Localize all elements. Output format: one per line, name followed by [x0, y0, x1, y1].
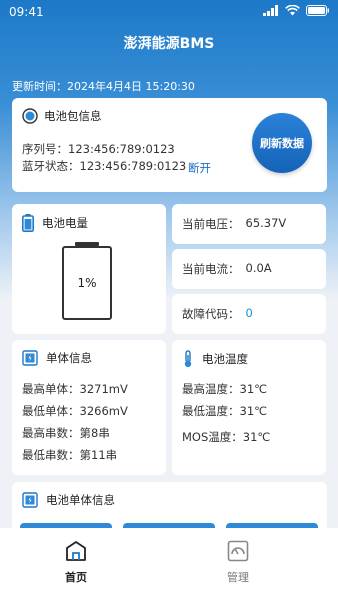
serial-label: 序列号：	[22, 142, 68, 156]
stat-value: 31℃	[239, 382, 268, 396]
cell-info-row: 最低单体：3266mV	[22, 403, 128, 419]
status-time: 09:41	[9, 5, 44, 19]
signal-icon	[263, 5, 278, 16]
battery-percent-text: 1%	[77, 276, 97, 290]
cell-info-card: 单体信息 最高单体：3271mV 最低单体：3266mV 最高串数：第8串 最低…	[12, 340, 166, 475]
current-label: 当前电流：	[182, 262, 240, 276]
fault-value: 0	[245, 306, 253, 320]
temperature-row: 最高温度：31℃	[182, 381, 267, 397]
current-row: 当前电流： 0.0A	[182, 261, 272, 277]
refresh-data-button[interactable]: 刷新数据	[252, 113, 312, 173]
capacity-header: 电池电量	[22, 214, 88, 232]
cell-list-icon	[22, 492, 38, 508]
battery-status-icon	[306, 5, 329, 16]
cell-info-icon	[22, 350, 38, 366]
stat-label: 最低温度：	[182, 404, 240, 418]
status-bar: 09:41	[0, 0, 338, 24]
status-icons	[263, 5, 330, 16]
stat-value: 3266mV	[79, 404, 128, 418]
cell-info-header: 单体信息	[22, 350, 92, 366]
stat-value: 3271mV	[79, 382, 128, 396]
update-time: 更新时间：2024年4月4日 15:20:30	[12, 78, 195, 94]
stat-label: MOS温度：	[182, 430, 243, 444]
update-value: 2024年4月4日 15:20:30	[67, 80, 195, 93]
fault-label: 故障代码：	[182, 307, 240, 321]
temperature-row: 最低温度：31℃	[182, 403, 267, 419]
stat-label: 最高温度：	[182, 382, 240, 396]
cell-list-header: 电池单体信息	[22, 492, 115, 508]
wifi-icon	[285, 5, 300, 16]
bottom-tab-bar: 首页 管理	[0, 528, 338, 600]
temperature-title: 电池温度	[202, 352, 248, 366]
temperature-header: 电池温度	[182, 350, 248, 368]
voltage-value: 65.37V	[245, 216, 287, 230]
temperature-card: 电池温度 最高温度：31℃ 最低温度：31℃ MOS温度：31℃	[172, 340, 326, 475]
bluetooth-status-row: 蓝牙状态：123:456:789:0123	[22, 158, 186, 174]
capacity-title: 电池电量	[42, 216, 88, 230]
stat-value: 31℃	[239, 404, 268, 418]
battery-icon	[22, 214, 34, 232]
pack-status-icon	[22, 108, 38, 124]
fault-card: 故障代码： 0	[172, 294, 326, 334]
voltage-label: 当前电压：	[182, 217, 240, 231]
thermometer-icon	[184, 350, 192, 367]
cell-info-row: 最高单体：3271mV	[22, 381, 128, 397]
cell-info-title: 单体信息	[46, 351, 92, 365]
stat-label: 最高单体：	[22, 382, 80, 396]
app-title: 澎湃能源BMS	[123, 36, 215, 52]
tab-home[interactable]: 首页	[46, 540, 106, 585]
tab-manage-label: 管理	[227, 571, 249, 584]
bluetooth-label: 蓝牙状态：	[22, 159, 80, 173]
stat-value: 第8串	[79, 426, 110, 440]
stat-label: 最低单体：	[22, 404, 80, 418]
tab-home-label: 首页	[65, 571, 87, 584]
update-label: 更新时间：	[12, 80, 67, 93]
stat-value: 31℃	[242, 430, 271, 444]
disconnect-button[interactable]: 断开	[188, 160, 211, 176]
cell-list-title: 电池单体信息	[46, 493, 115, 507]
stat-label: 最高串数：	[22, 426, 80, 440]
battery-gauge: 1%	[62, 246, 112, 320]
serial-number-row: 序列号：123:456:789:0123	[22, 141, 175, 157]
battery-pack-header: 电池包信息	[22, 108, 102, 124]
bluetooth-value: 123:456:789:0123	[79, 159, 187, 173]
temperature-row: MOS温度：31℃	[182, 429, 270, 445]
voltage-card: 当前电压： 65.37V	[172, 204, 326, 244]
voltage-row: 当前电压： 65.37V	[182, 216, 286, 232]
current-value: 0.0A	[245, 261, 272, 275]
fault-row: 故障代码： 0	[182, 306, 253, 322]
stat-label: 最低串数：	[22, 448, 80, 462]
stat-value: 第11串	[79, 448, 118, 462]
battery-pack-title: 电池包信息	[44, 109, 102, 123]
serial-value: 123:456:789:0123	[68, 142, 175, 156]
current-card: 当前电流： 0.0A	[172, 249, 326, 289]
home-icon	[66, 541, 86, 561]
cell-info-row: 最高串数：第8串	[22, 425, 110, 441]
cell-info-row: 最低串数：第11串	[22, 447, 117, 463]
gauge-icon	[227, 540, 249, 562]
tab-manage[interactable]: 管理	[208, 540, 268, 585]
